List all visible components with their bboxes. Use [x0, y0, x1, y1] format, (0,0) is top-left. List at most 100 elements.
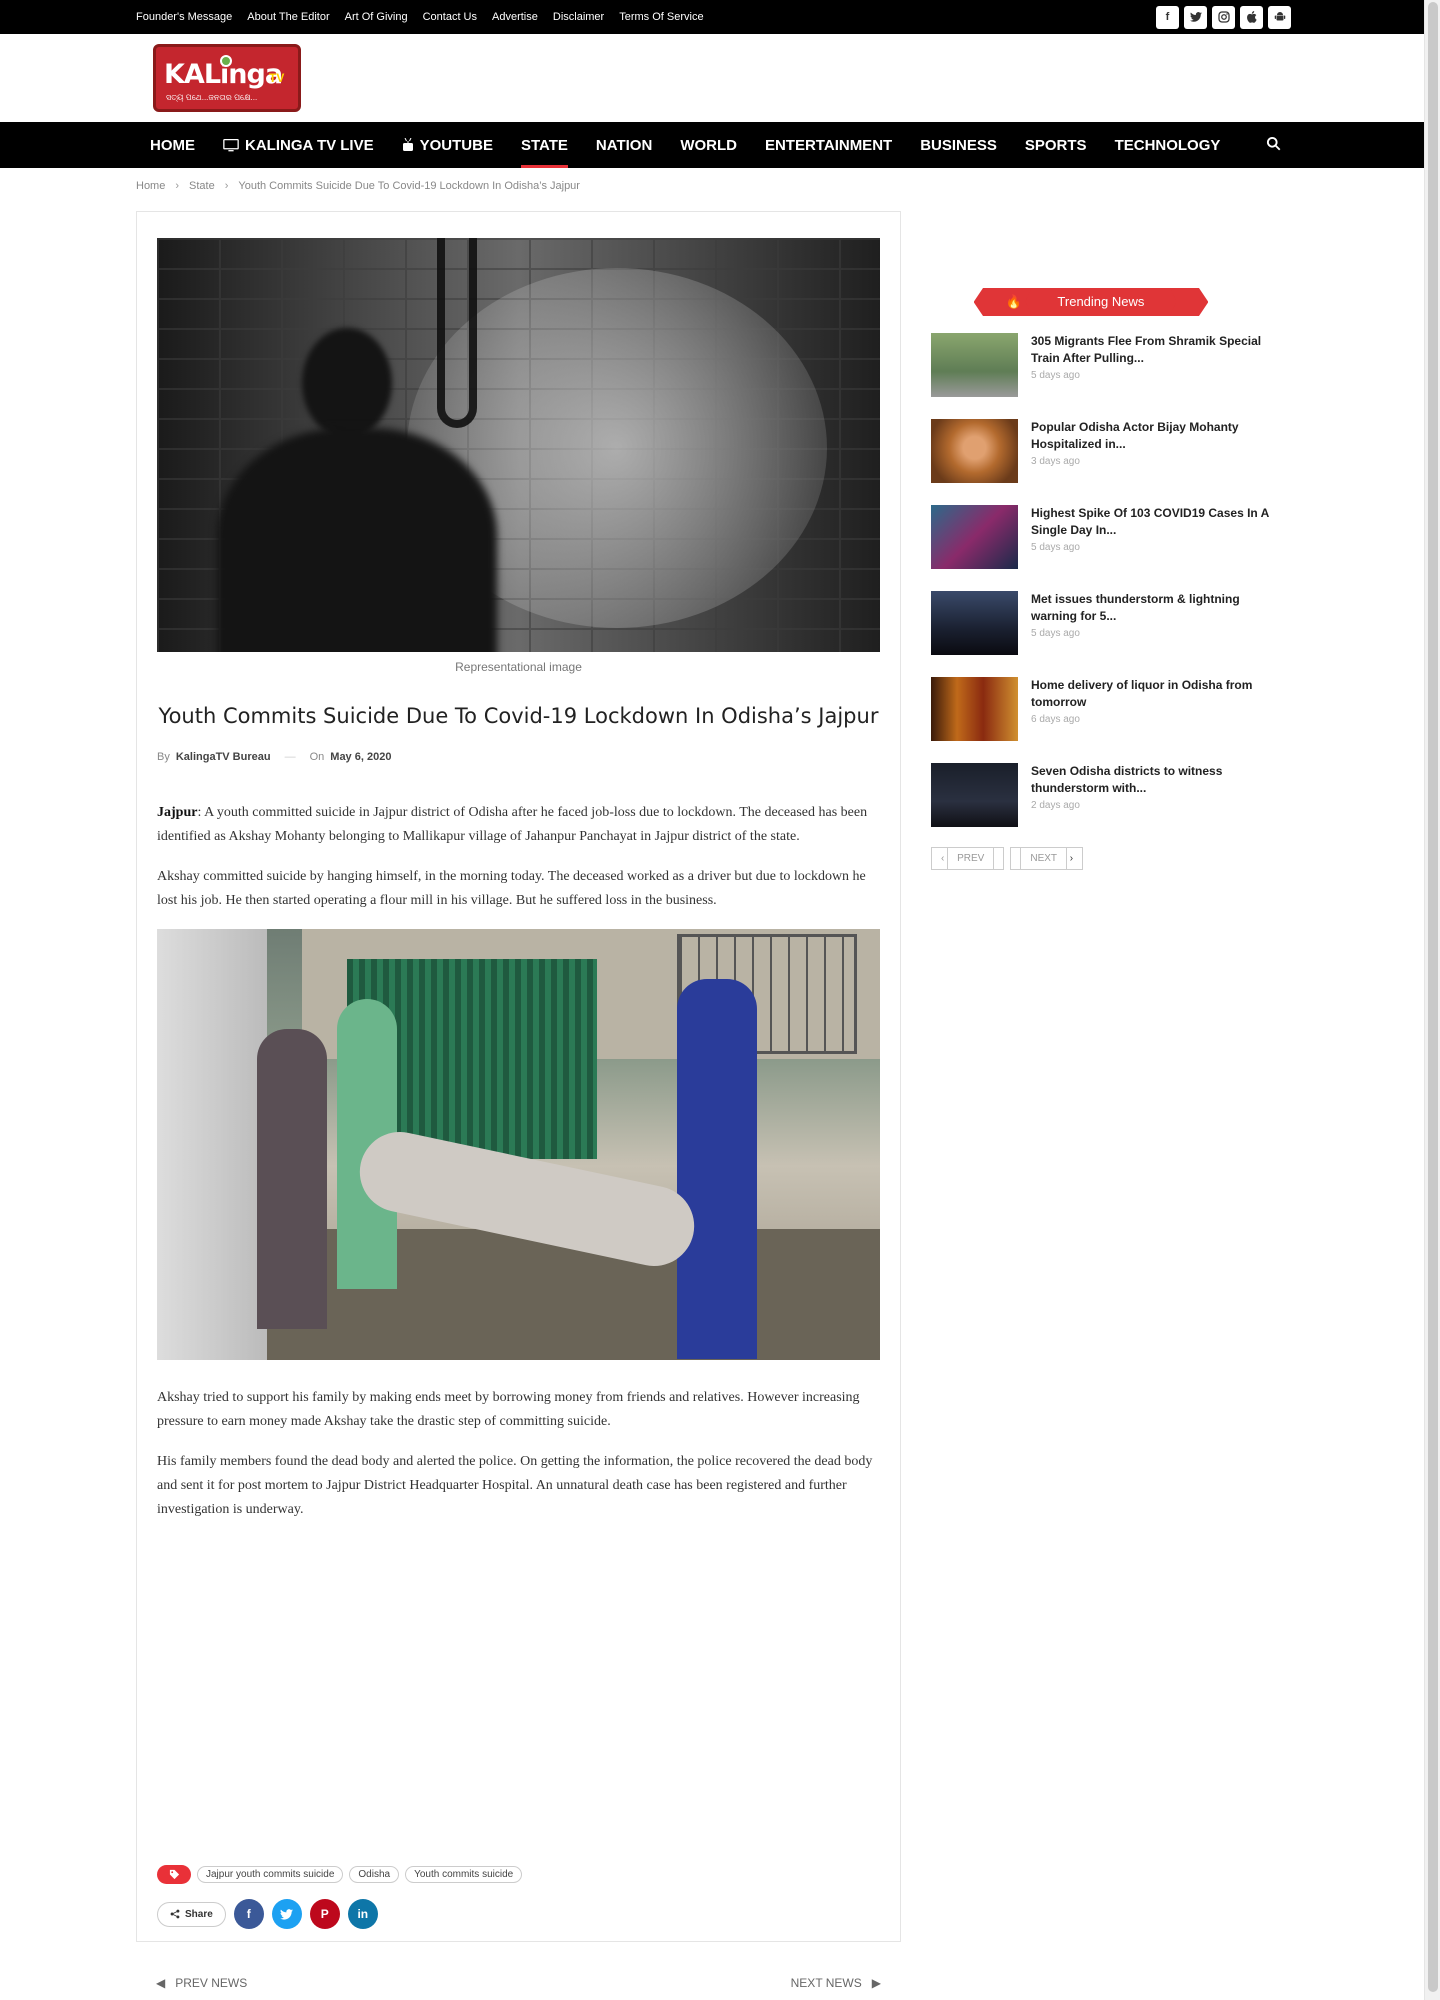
trending-title[interactable]: Popular Odisha Actor Bijay Mohanty Hospi… [1031, 419, 1286, 453]
article-container: Representational image Youth Commits Sui… [136, 211, 901, 1942]
chevron-right-icon: › [175, 180, 180, 192]
tag-item[interactable]: Odisha [349, 1866, 400, 1883]
monitor-icon [223, 138, 239, 151]
trending-item[interactable]: Popular Odisha Actor Bijay Mohanty Hospi… [931, 419, 1291, 505]
top-link-disclaimer[interactable]: Disclaimer [553, 11, 604, 23]
trending-item[interactable]: 305 Migrants Flee From Shramik Special T… [931, 333, 1291, 419]
share-facebook-icon[interactable]: f [233, 1899, 264, 1929]
trending-time: 5 days ago [1031, 370, 1080, 381]
trending-time: 6 days ago [1031, 714, 1080, 725]
facebook-icon[interactable]: f [1156, 5, 1179, 29]
article-paragraph: Akshay tried to support his family by ma… [157, 1390, 860, 1429]
on-label: On [309, 751, 325, 763]
meta-divider: — [284, 751, 296, 763]
post-navigation: ◀ PREV NEWS NEXT NEWS ▶ [136, 1976, 901, 1990]
trending-item[interactable]: Home delivery of liquor in Odisha from t… [931, 677, 1291, 763]
trending-next-button[interactable]: NEXT › [1010, 847, 1084, 870]
trending-thumb[interactable] [931, 591, 1018, 655]
breadcrumb-home[interactable]: Home [136, 180, 165, 192]
logo-bar: KALinga TV ସତ୍ୟ ପଥେ...ଜନତାର ପକ୍ଷେ... [0, 34, 1424, 122]
trending-thumb[interactable] [931, 763, 1018, 827]
prev-news-link[interactable]: ◀ PREV NEWS [156, 1976, 247, 1990]
article-paragraph: His family members found the dead body a… [157, 1454, 873, 1517]
instagram-icon[interactable] [1212, 5, 1235, 29]
trending-title[interactable]: Home delivery of liquor in Odisha from t… [1031, 677, 1286, 711]
nav-nation[interactable]: NATION [582, 122, 666, 168]
tag-icon [157, 1865, 191, 1884]
sidebar: 🔥 Trending News 305 Migrants Flee From S… [931, 288, 1291, 870]
trending-heading: 🔥 Trending News [891, 288, 1291, 316]
trending-item[interactable]: Highest Spike Of 103 COVID19 Cases In A … [931, 505, 1291, 591]
share-pinterest-icon[interactable]: P [309, 1899, 340, 1929]
nav-kalinga-tv-live[interactable]: KALINGA TV LIVE [209, 122, 388, 168]
trending-thumb[interactable] [931, 333, 1018, 397]
tag-item[interactable]: Youth commits suicide [405, 1866, 523, 1883]
nav-entertainment[interactable]: ENTERTAINMENT [751, 122, 906, 168]
trending-title[interactable]: 305 Migrants Flee From Shramik Special T… [1031, 333, 1286, 367]
breadcrumb: Home › State › Youth Commits Suicide Due… [136, 180, 1424, 192]
apple-icon[interactable] [1240, 5, 1263, 29]
trending-prev-button[interactable]: ‹ PREV [931, 847, 1005, 870]
article-body: Jajpur: A youth committed suicide in Jaj… [157, 801, 880, 1522]
trending-title[interactable]: Highest Spike Of 103 COVID19 Cases In A … [1031, 505, 1286, 539]
chevron-right-icon: › [224, 180, 229, 192]
top-links: Founder's Message About The Editor Art O… [136, 11, 704, 23]
nav-youtube[interactable]: YOUTUBE [388, 122, 507, 168]
top-link-advertise[interactable]: Advertise [492, 11, 538, 23]
top-link-contact-us[interactable]: Contact Us [423, 11, 477, 23]
logo-tagline: ସତ୍ୟ ପଥେ...ଜନତାର ପକ୍ଷେ... [166, 93, 258, 102]
trending-time: 3 days ago [1031, 456, 1080, 467]
trending-thumb[interactable] [931, 677, 1018, 741]
trending-time: 2 days ago [1031, 800, 1080, 811]
trending-title[interactable]: Met issues thunderstorm & lightning warn… [1031, 591, 1286, 625]
by-label: By [157, 751, 170, 763]
breadcrumb-state[interactable]: State [189, 180, 215, 192]
next-news-link[interactable]: NEXT NEWS ▶ [791, 1976, 881, 1990]
nav-state[interactable]: STATE [507, 122, 582, 168]
article-author[interactable]: KalingaTV Bureau [176, 751, 271, 763]
tag-item[interactable]: Jajpur youth commits suicide [197, 1866, 344, 1883]
trending-item[interactable]: Seven Odisha districts to witness thunde… [931, 763, 1291, 849]
share-linkedin-icon[interactable]: in [347, 1899, 378, 1929]
nav-youtube-label: YOUTUBE [419, 136, 493, 154]
nav-home[interactable]: HOME [136, 122, 209, 168]
page-scrollbar[interactable] [1424, 0, 1440, 2000]
trending-list: 305 Migrants Flee From Shramik Special T… [931, 333, 1291, 849]
article-paragraph: Jajpur: A youth committed suicide in Jaj… [157, 801, 880, 849]
logo-dot [220, 55, 232, 67]
trending-time: 5 days ago [1031, 542, 1080, 553]
top-link-terms[interactable]: Terms Of Service [619, 11, 703, 23]
trending-thumb[interactable] [931, 419, 1018, 483]
article-date: May 6, 2020 [330, 751, 392, 763]
twitter-icon[interactable] [1184, 5, 1207, 29]
site-logo[interactable]: KALinga TV ସତ୍ୟ ପଥେ...ଜନତାର ପକ୍ଷେ... [153, 44, 301, 112]
trending-title[interactable]: Seven Odisha districts to witness thunde… [1031, 763, 1286, 797]
nav-technology[interactable]: TECHNOLOGY [1101, 122, 1235, 168]
search-icon[interactable] [1266, 136, 1291, 155]
top-link-founders-message[interactable]: Founder's Message [136, 11, 232, 23]
article-title: Youth Commits Suicide Due To Covid-19 Lo… [158, 704, 879, 728]
android-icon[interactable] [1268, 5, 1291, 29]
paragraph-1-text: : A youth committed suicide in Jajpur di… [157, 805, 868, 844]
logo-tv: TV [269, 71, 285, 85]
share-row: Share f P in [157, 1899, 378, 1929]
share-button[interactable]: Share [157, 1901, 226, 1927]
breadcrumb-current: Youth Commits Suicide Due To Covid-19 Lo… [238, 180, 580, 192]
scrollbar-thumb[interactable] [1428, 2, 1438, 1992]
trending-prev-label: PREV [947, 847, 995, 870]
top-link-about-editor[interactable]: About The Editor [247, 11, 329, 23]
trending-item[interactable]: Met issues thunderstorm & lightning warn… [931, 591, 1291, 677]
trending-pager: ‹ PREV NEXT › [931, 847, 1291, 870]
top-link-art-of-giving[interactable]: Art Of Giving [345, 11, 408, 23]
image-caption: Representational image [455, 660, 582, 674]
nav-world[interactable]: WORLD [666, 122, 751, 168]
share-twitter-icon[interactable] [271, 1899, 302, 1929]
nav-kalinga-tv-live-label: KALINGA TV LIVE [245, 136, 374, 154]
top-bar: Founder's Message About The Editor Art O… [0, 0, 1424, 34]
nav-sports[interactable]: SPORTS [1011, 122, 1101, 168]
trending-time: 5 days ago [1031, 628, 1080, 639]
trending-next-label: NEXT [1020, 847, 1068, 870]
youtube-icon [402, 138, 413, 151]
nav-business[interactable]: BUSINESS [906, 122, 1011, 168]
trending-thumb[interactable] [931, 505, 1018, 569]
